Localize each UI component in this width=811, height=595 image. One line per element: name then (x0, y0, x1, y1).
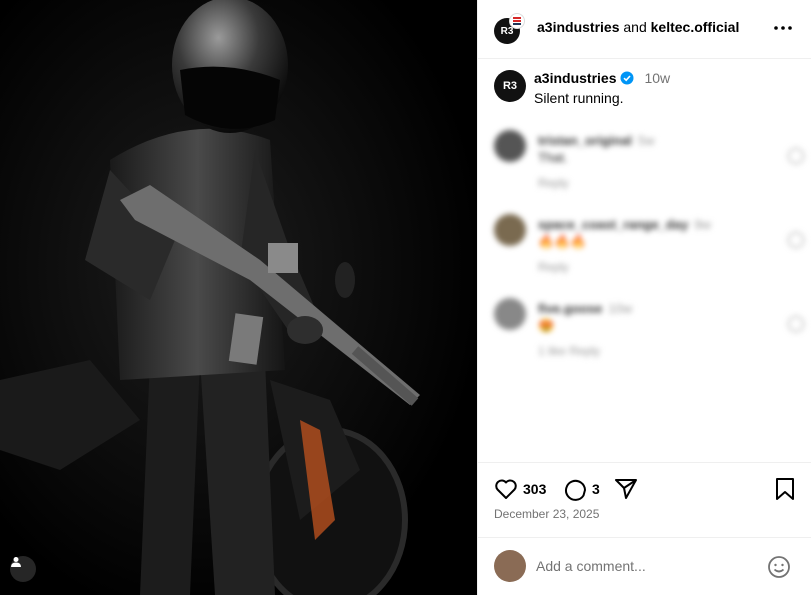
post-header-authors: a3industries and keltec.official (537, 19, 739, 35)
comment-count: 3 (592, 481, 600, 497)
comment-item: tristan_original 5w That. Reply (494, 130, 804, 200)
comment-like-icon[interactable] (788, 232, 804, 248)
more-options-button[interactable] (772, 18, 794, 38)
caption-header: a3industries 10w (534, 70, 670, 86)
comment-item: space_coast_range_day 9w 🔥🔥🔥 Reply (494, 214, 804, 284)
collaborator-username[interactable]: keltec.official (651, 19, 740, 35)
comment-text: That. (538, 150, 568, 165)
comment-username[interactable]: space_coast_range_day 9w (538, 217, 711, 232)
author-connector: and (623, 19, 647, 35)
post-image (0, 0, 477, 595)
caption-username[interactable]: a3industries (534, 70, 616, 86)
collaborator-avatar[interactable] (508, 13, 526, 29)
comment-reply-button[interactable]: Reply (538, 260, 569, 274)
comment-text: 😍 (538, 318, 555, 333)
comment-like-icon[interactable] (788, 148, 804, 164)
like-button[interactable]: 303 (494, 477, 546, 501)
comment-username[interactable]: tristan_original 5w (538, 133, 655, 148)
save-button[interactable] (774, 477, 796, 501)
comment-reply-button[interactable]: Reply (538, 176, 569, 190)
heart-icon (495, 479, 517, 499)
post-details-panel: R3 a3industries and keltec.official R3 a… (477, 0, 811, 595)
post-media[interactable] (0, 0, 477, 595)
comment-input[interactable] (536, 554, 756, 578)
caption-text: Silent running. (534, 90, 624, 106)
verified-badge-icon (620, 71, 634, 85)
comment-avatar[interactable] (494, 130, 526, 162)
comment-item: five.goose 10w 😍 1 like Reply (494, 298, 804, 368)
comment-like-icon[interactable] (788, 316, 804, 332)
share-button[interactable] (614, 477, 638, 501)
user-tags-button[interactable] (10, 556, 36, 582)
comment-text: 🔥🔥🔥 (538, 234, 587, 249)
author-username[interactable]: a3industries (537, 19, 619, 35)
more-horizontal-icon (774, 26, 792, 30)
user-tag-icon (11, 557, 21, 567)
comment-bubble-icon (565, 479, 586, 501)
post-actions: 303 3 December 23, 2025 (478, 462, 811, 537)
caption-time[interactable]: 10w (644, 70, 670, 86)
comment-avatar[interactable] (494, 214, 526, 246)
comment-avatar[interactable] (494, 298, 526, 330)
post-date[interactable]: December 23, 2025 (494, 507, 599, 521)
post-header: R3 a3industries and keltec.official (478, 0, 811, 59)
add-comment-bar (478, 537, 811, 595)
emoji-icon[interactable] (767, 555, 791, 579)
caption-author-avatar[interactable]: R3 (494, 70, 526, 102)
like-count[interactable]: 303 (523, 481, 546, 497)
current-user-avatar (494, 550, 526, 582)
comment-button[interactable]: 3 (563, 477, 600, 501)
comment-username[interactable]: five.goose 10w (538, 301, 632, 316)
send-icon (615, 479, 637, 499)
bookmark-icon (776, 478, 794, 500)
comment-reply-button[interactable]: 1 like Reply (538, 344, 600, 358)
